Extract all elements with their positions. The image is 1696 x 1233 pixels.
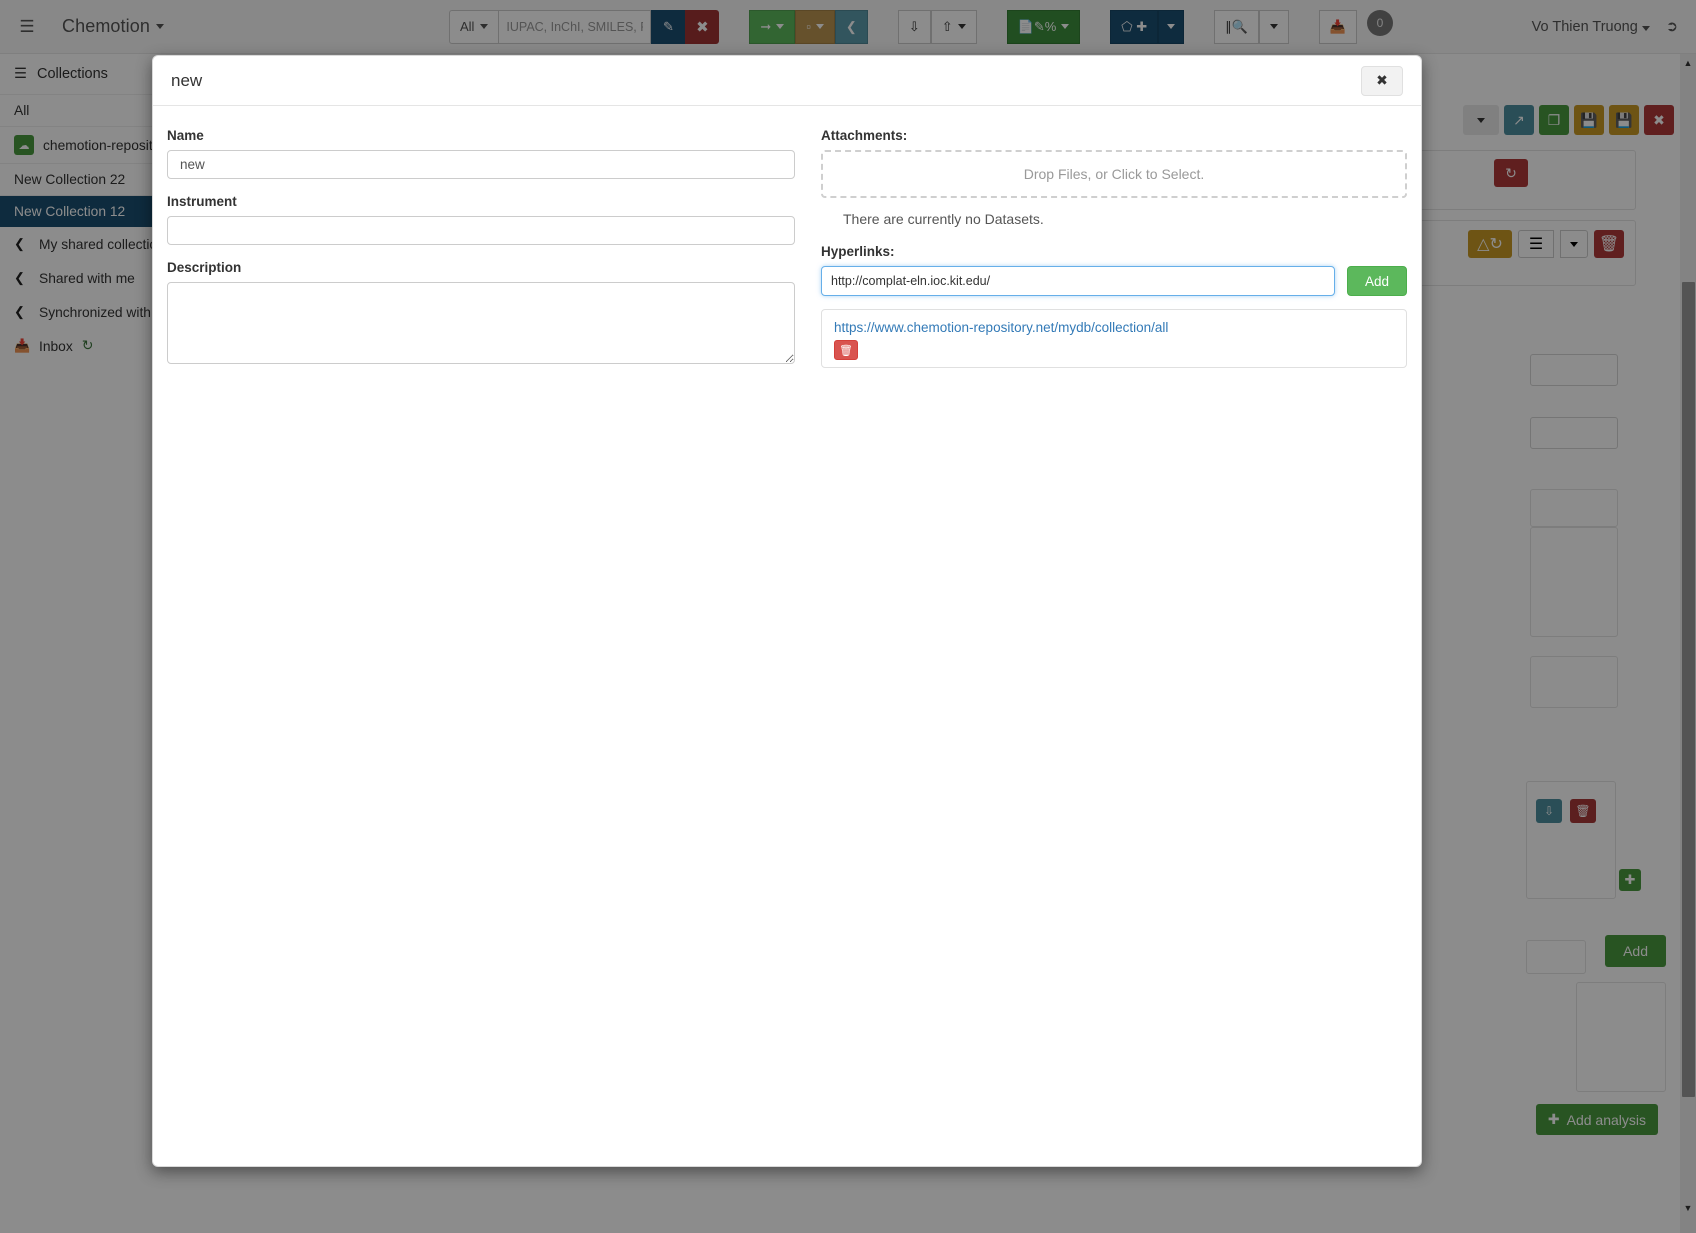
hyperlink-add-row: Add [821,266,1407,296]
instrument-field-group: Instrument [167,194,795,245]
hyperlink-list-item: https://www.chemotion-repository.net/myd… [834,320,1394,360]
hyperlinks-label: Hyperlinks: [821,244,1407,259]
modal-right-column: Attachments: Drop Files, or Click to Sel… [821,128,1407,384]
attachments-dropzone[interactable]: Drop Files, or Click to Select. [821,150,1407,198]
modal-header: new ✖ [153,56,1421,106]
new-device-modal: new ✖ Name Instrument Description Attach… [152,55,1422,1167]
dropzone-text: Drop Files, or Click to Select. [1024,166,1205,182]
name-field-group: Name [167,128,795,179]
modal-close-button[interactable]: ✖ [1361,66,1403,96]
hyperlink-url[interactable]: https://www.chemotion-repository.net/myd… [834,320,1394,335]
description-textarea[interactable] [167,282,795,364]
modal-title: new [171,71,202,91]
modal-body: Name Instrument Description Attachments:… [153,106,1421,384]
attachments-label: Attachments: [821,128,1407,143]
no-datasets-text: There are currently no Datasets. [821,198,1407,227]
hyperlink-list: https://www.chemotion-repository.net/myd… [821,309,1407,368]
instrument-input[interactable] [167,216,795,245]
name-label: Name [167,128,795,143]
description-field-group: Description [167,260,795,369]
add-hyperlink-button[interactable]: Add [1347,266,1407,296]
name-input[interactable] [167,150,795,179]
description-label: Description [167,260,795,275]
modal-left-column: Name Instrument Description [167,128,795,384]
instrument-label: Instrument [167,194,795,209]
hyperlink-input[interactable] [821,266,1335,296]
trash-icon[interactable]: 🗑 [834,340,858,360]
